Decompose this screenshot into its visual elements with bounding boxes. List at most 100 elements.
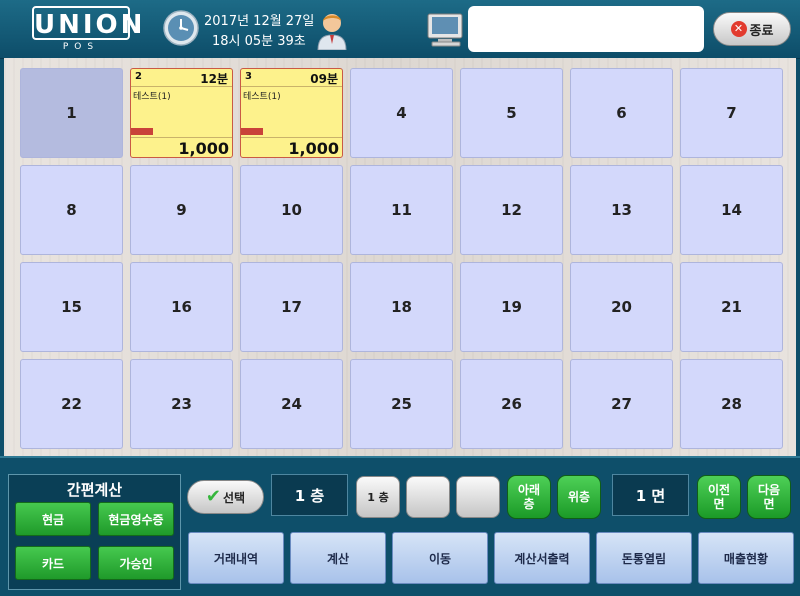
table-14[interactable]: 14 <box>680 165 783 255</box>
top-bar: UNION POS 2017년 12월 27일 18시 05분 39초 ✕ 종료 <box>0 0 800 59</box>
table-4[interactable]: 4 <box>350 68 453 158</box>
table-11[interactable]: 11 <box>350 165 453 255</box>
table-18[interactable]: 18 <box>350 262 453 352</box>
table-number: 19 <box>501 298 522 316</box>
cash-receipt-button[interactable]: 현금영수증 <box>98 502 174 536</box>
table-number: 21 <box>721 298 742 316</box>
table-7[interactable]: 7 <box>680 68 783 158</box>
order-amount: 1,000 <box>178 139 229 158</box>
table-23[interactable]: 23 <box>130 359 233 449</box>
table-6[interactable]: 6 <box>570 68 673 158</box>
select-label: 선택 <box>223 490 246 505</box>
next-page-button[interactable]: 다음 면 <box>747 475 791 519</box>
message-box <box>468 6 704 52</box>
table-21[interactable]: 21 <box>680 262 783 352</box>
table-22[interactable]: 22 <box>20 359 123 449</box>
elapsed-time: 09분 <box>310 72 338 86</box>
select-button[interactable]: ✔ 선택 <box>187 480 264 514</box>
order-amount: 1,000 <box>288 139 339 158</box>
table-number: 24 <box>281 395 302 413</box>
current-date: 2017년 12월 27일 <box>204 14 315 29</box>
table-number: 26 <box>501 395 522 413</box>
table-2[interactable]: 2 12분 테스트(1) 1,000 <box>130 68 233 158</box>
table-number: 16 <box>171 298 192 316</box>
table-24[interactable]: 24 <box>240 359 343 449</box>
floor-tab-1[interactable]: 1 층 <box>356 476 400 518</box>
table-8[interactable]: 8 <box>20 165 123 255</box>
divider <box>241 86 342 87</box>
print-bill-button[interactable]: 계산서출력 <box>494 532 590 584</box>
floor-display: 1 층 <box>271 474 348 516</box>
status-bar <box>131 128 153 135</box>
table-19[interactable]: 19 <box>460 262 563 352</box>
floor-tab-2[interactable] <box>406 476 450 518</box>
prev-page-button[interactable]: 이전 면 <box>697 475 741 519</box>
table-26[interactable]: 26 <box>460 359 563 449</box>
page-display: 1 면 <box>612 474 689 516</box>
table-number: 17 <box>281 298 302 316</box>
table-25[interactable]: 25 <box>350 359 453 449</box>
logo-subtitle: POS <box>62 42 100 52</box>
sales-status-button[interactable]: 매출현황 <box>698 532 794 584</box>
table-5[interactable]: 5 <box>460 68 563 158</box>
floor-up-button[interactable]: 위층 <box>557 475 601 519</box>
table-number: 20 <box>611 298 632 316</box>
floor-down-button[interactable]: 아래 층 <box>507 475 551 519</box>
table-3[interactable]: 3 09분 테스트(1) 1,000 <box>240 68 343 158</box>
exit-button[interactable]: ✕ 종료 <box>713 12 791 46</box>
table-number: 5 <box>506 104 517 122</box>
exit-label: 종료 <box>749 23 774 39</box>
table-number: 2 <box>135 71 142 82</box>
order-item: 테스트(1) <box>133 92 171 102</box>
table-28[interactable]: 28 <box>680 359 783 449</box>
table-number: 23 <box>171 395 192 413</box>
table-number: 3 <box>245 71 252 82</box>
table-number: 25 <box>391 395 412 413</box>
table-12[interactable]: 12 <box>460 165 563 255</box>
table-number: 27 <box>611 395 632 413</box>
table-number: 6 <box>616 104 627 122</box>
elapsed-time: 12분 <box>200 72 228 86</box>
checkout-button[interactable]: 계산 <box>290 532 386 584</box>
table-number: 12 <box>501 201 522 219</box>
table-number: 4 <box>396 104 407 122</box>
app-logo: UNION POS <box>32 6 142 52</box>
table-10[interactable]: 10 <box>240 165 343 255</box>
table-number: 22 <box>61 395 82 413</box>
user-icon[interactable] <box>314 8 350 51</box>
transaction-history-button[interactable]: 거래내역 <box>188 532 284 584</box>
monitor-icon[interactable] <box>426 12 466 48</box>
status-bar <box>241 128 263 135</box>
logo-word: UNION <box>32 6 142 40</box>
cash-button[interactable]: 현금 <box>15 502 91 536</box>
table-number: 13 <box>611 201 632 219</box>
table-number: 11 <box>391 201 412 219</box>
floor-tab-3[interactable] <box>456 476 500 518</box>
open-drawer-button[interactable]: 돈통열림 <box>596 532 692 584</box>
table-27[interactable]: 27 <box>570 359 673 449</box>
table-number: 7 <box>726 104 737 122</box>
table-13[interactable]: 13 <box>570 165 673 255</box>
table-number: 14 <box>721 201 742 219</box>
table-number: 10 <box>281 201 302 219</box>
order-item: 테스트(1) <box>243 92 281 102</box>
check-icon: ✔ <box>205 486 221 507</box>
table-number: 18 <box>391 298 412 316</box>
table-1[interactable]: 1 <box>20 68 123 158</box>
table-15[interactable]: 15 <box>20 262 123 352</box>
divider <box>241 137 342 138</box>
table-number: 28 <box>721 395 742 413</box>
card-button[interactable]: 카드 <box>15 546 91 580</box>
preapproval-button[interactable]: 가승인 <box>98 546 174 580</box>
close-circle-icon: ✕ <box>730 21 747 37</box>
table-20[interactable]: 20 <box>570 262 673 352</box>
clock-icon <box>163 10 199 46</box>
table-number: 8 <box>66 201 77 219</box>
move-button[interactable]: 이동 <box>392 532 488 584</box>
table-9[interactable]: 9 <box>130 165 233 255</box>
table-number: 9 <box>176 201 187 219</box>
divider <box>131 86 232 87</box>
table-17[interactable]: 17 <box>240 262 343 352</box>
divider <box>131 137 232 138</box>
table-16[interactable]: 16 <box>130 262 233 352</box>
